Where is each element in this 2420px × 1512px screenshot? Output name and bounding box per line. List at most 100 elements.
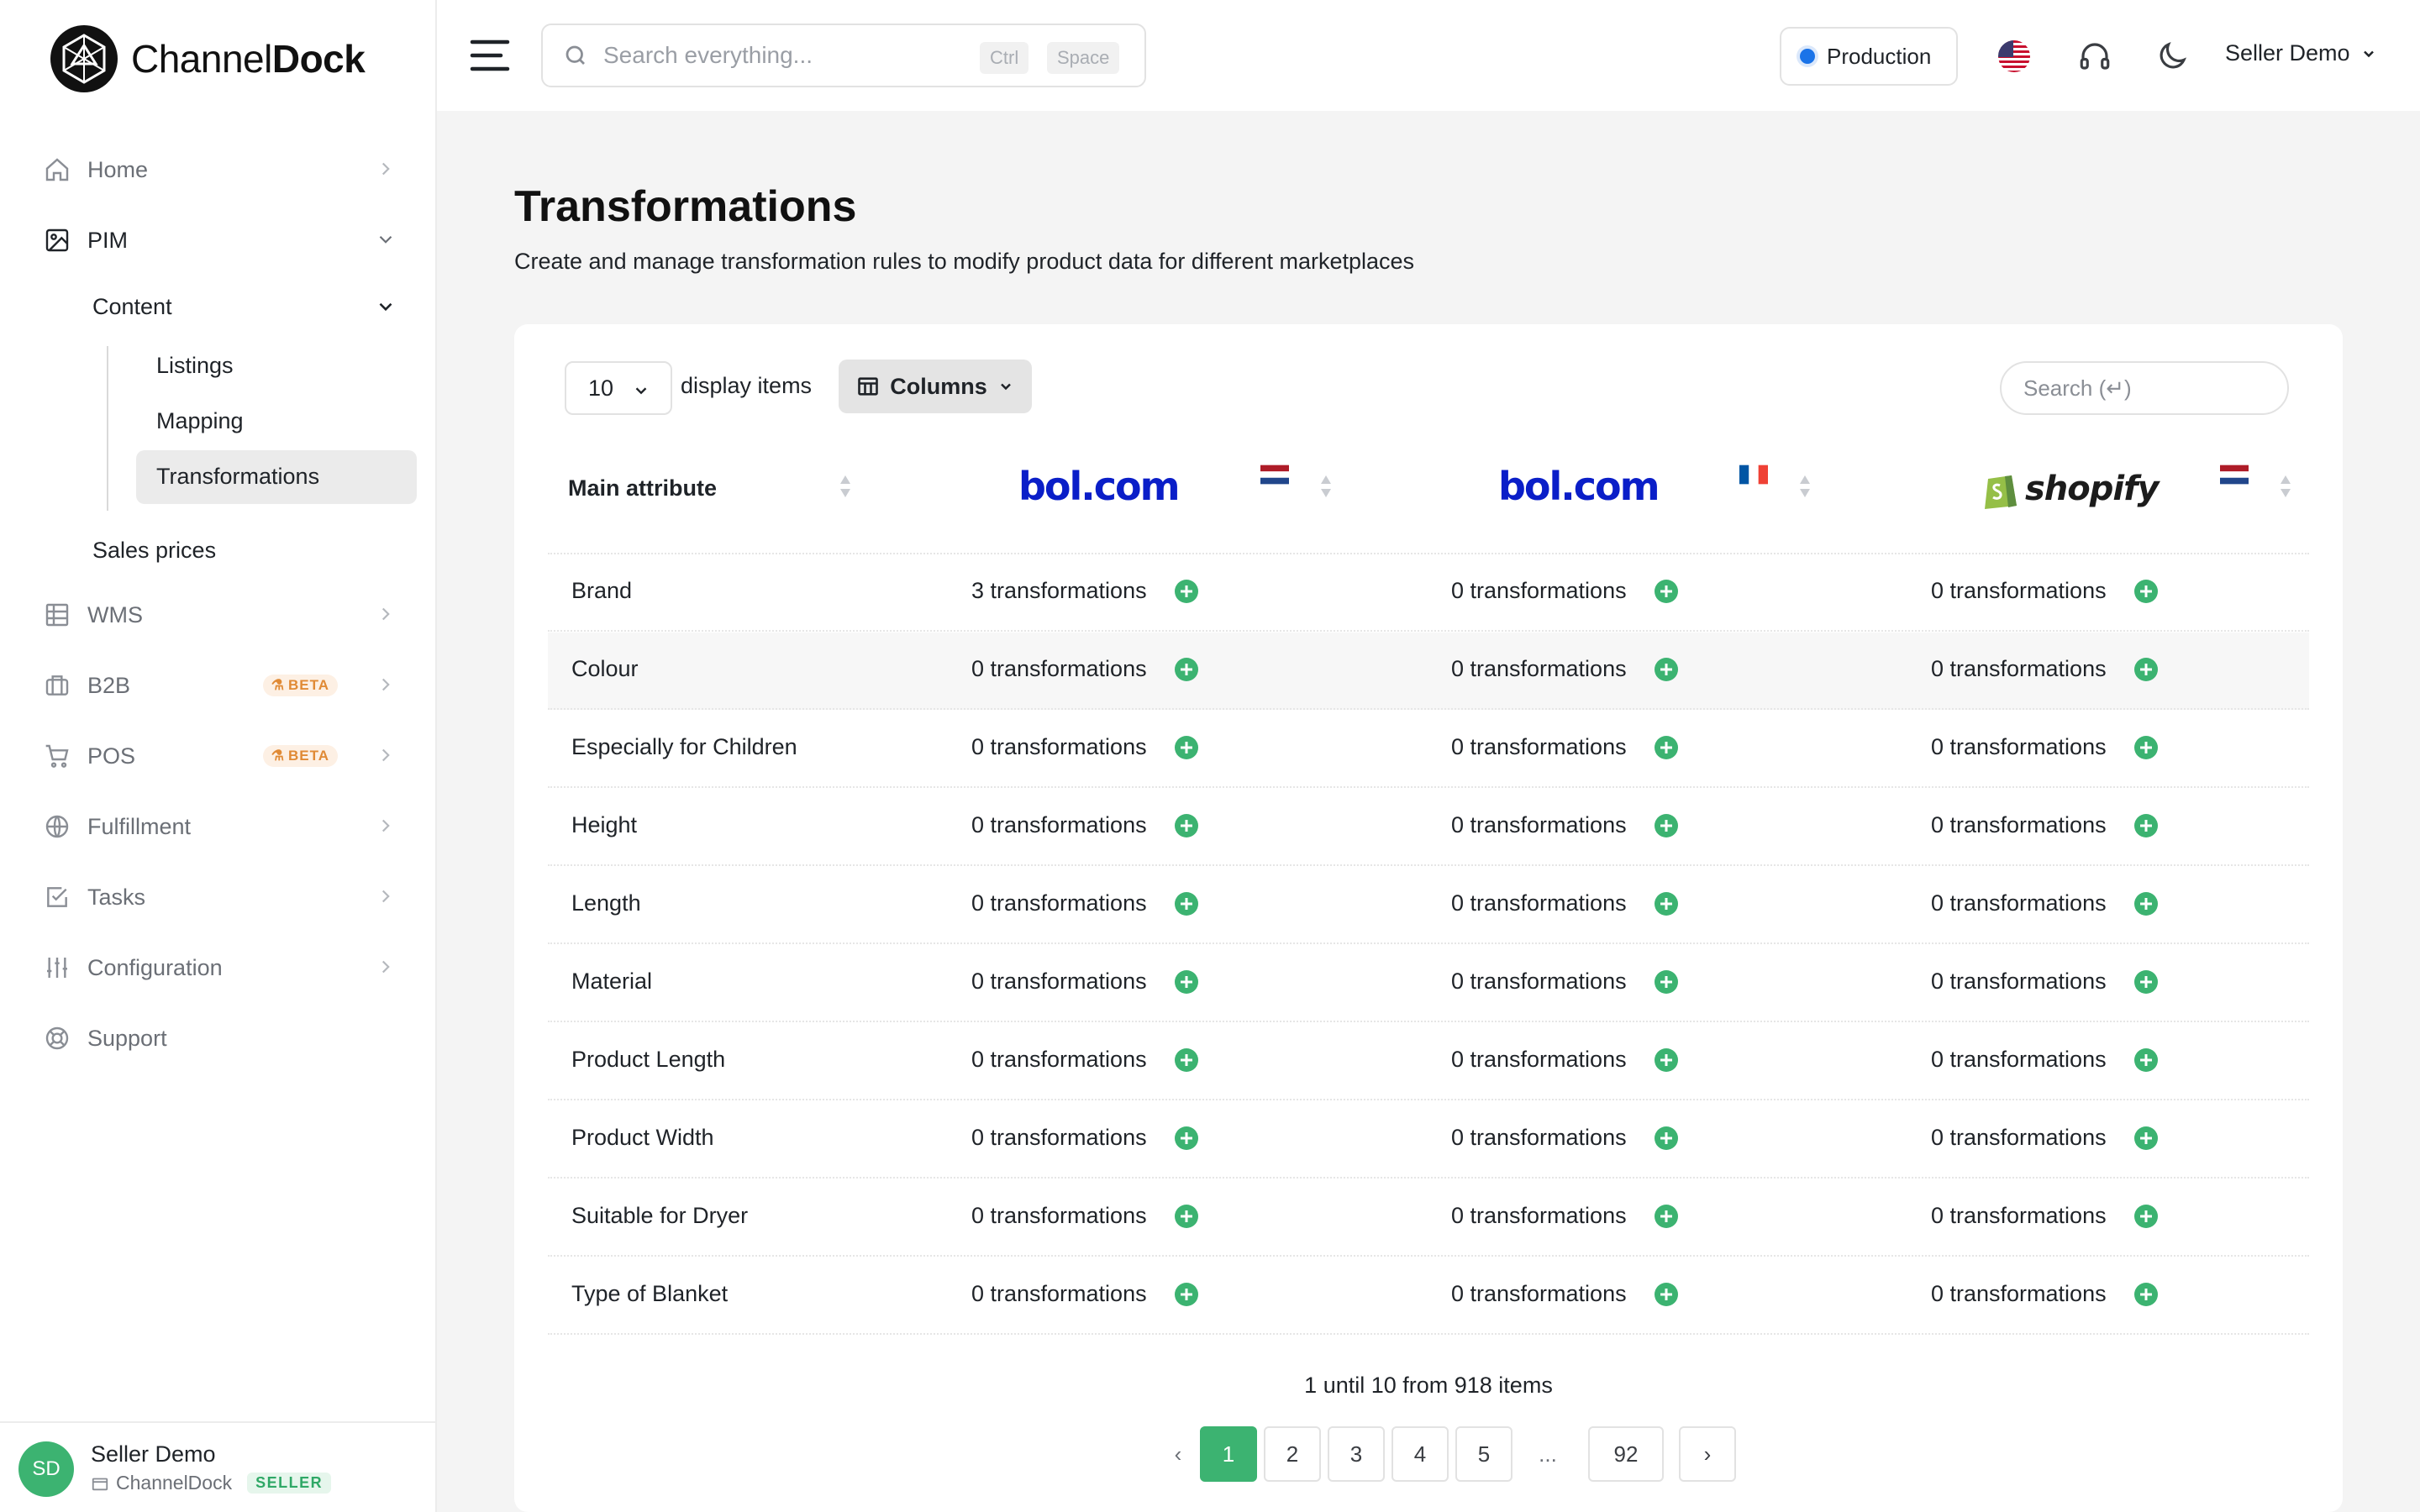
column-header-main-attribute[interactable]: Main attribute bbox=[568, 475, 717, 501]
page-button-1[interactable]: 1 bbox=[1200, 1426, 1257, 1482]
prev-page-button[interactable]: ‹ bbox=[1150, 1426, 1207, 1482]
sort-icon[interactable] bbox=[839, 474, 852, 499]
sidebar-item-pos[interactable]: POS ⚗ BETA bbox=[42, 731, 403, 781]
add-transformation-icon[interactable] bbox=[1655, 736, 1678, 759]
transformation-count[interactable]: 0 transformations bbox=[1451, 578, 1627, 604]
transformation-count[interactable]: 0 transformations bbox=[1931, 890, 2107, 916]
add-transformation-icon[interactable] bbox=[1175, 970, 1198, 994]
us-flag-icon[interactable] bbox=[1996, 39, 2032, 74]
add-transformation-icon[interactable] bbox=[1655, 1048, 1678, 1072]
transformation-count[interactable]: 0 transformations bbox=[1451, 969, 1627, 995]
add-transformation-icon[interactable] bbox=[1175, 1283, 1198, 1306]
transformation-count[interactable]: 0 transformations bbox=[1931, 1125, 2107, 1151]
logo[interactable]: ChannelDock bbox=[50, 24, 366, 94]
sidebar-item-configuration[interactable]: Configuration bbox=[42, 942, 403, 993]
transformation-count[interactable]: 0 transformations bbox=[971, 890, 1147, 916]
user-menu[interactable]: Seller Demo bbox=[2225, 40, 2377, 66]
sidebar-subitem-sales-prices[interactable]: Sales prices bbox=[92, 538, 216, 564]
transformation-count[interactable]: 0 transformations bbox=[1451, 1203, 1627, 1229]
user-card[interactable]: SD Seller Demo ChannelDock SELLER bbox=[0, 1421, 437, 1512]
page-button-5[interactable]: 5 bbox=[1455, 1426, 1512, 1482]
transformation-count[interactable]: 0 transformations bbox=[971, 656, 1147, 682]
add-transformation-icon[interactable] bbox=[1175, 580, 1198, 603]
page-button-3[interactable]: 3 bbox=[1328, 1426, 1385, 1482]
transformation-count[interactable]: 0 transformations bbox=[1931, 969, 2107, 995]
transformation-count[interactable]: 0 transformations bbox=[1451, 1125, 1627, 1151]
sort-icon[interactable] bbox=[1798, 474, 1812, 499]
sidebar-item-pim[interactable]: PIM bbox=[42, 215, 403, 265]
transformation-count[interactable]: 3 transformations bbox=[971, 578, 1147, 604]
transformation-count[interactable]: 0 transformations bbox=[1931, 656, 2107, 682]
columns-button[interactable]: Columns bbox=[839, 360, 1032, 413]
user-name: Seller Demo bbox=[91, 1441, 216, 1467]
add-transformation-icon[interactable] bbox=[1655, 1283, 1678, 1306]
add-transformation-icon[interactable] bbox=[1655, 970, 1678, 994]
sidebar-item-tasks[interactable]: Tasks bbox=[42, 872, 403, 922]
transformation-count[interactable]: 0 transformations bbox=[1931, 1047, 2107, 1073]
sort-icon[interactable] bbox=[2279, 474, 2292, 499]
transformation-count[interactable]: 0 transformations bbox=[971, 1047, 1147, 1073]
add-transformation-icon[interactable] bbox=[1655, 892, 1678, 916]
add-transformation-icon[interactable] bbox=[2134, 736, 2158, 759]
transformation-count[interactable]: 0 transformations bbox=[1931, 734, 2107, 760]
sort-icon[interactable] bbox=[1319, 474, 1333, 499]
sidebar-item-home[interactable]: Home bbox=[42, 144, 403, 195]
transformation-count[interactable]: 0 transformations bbox=[1451, 656, 1627, 682]
add-transformation-icon[interactable] bbox=[2134, 1205, 2158, 1228]
transformation-count[interactable]: 0 transformations bbox=[971, 1203, 1147, 1229]
add-transformation-icon[interactable] bbox=[1175, 1205, 1198, 1228]
add-transformation-icon[interactable] bbox=[1175, 736, 1198, 759]
headset-icon[interactable] bbox=[2077, 39, 2112, 74]
global-search-input[interactable]: Search everything... Ctrl Space bbox=[541, 24, 1146, 87]
transformation-count[interactable]: 0 transformations bbox=[1451, 890, 1627, 916]
environment-selector[interactable]: Production bbox=[1780, 27, 1958, 86]
transformation-count[interactable]: 0 transformations bbox=[1451, 1047, 1627, 1073]
add-transformation-icon[interactable] bbox=[2134, 970, 2158, 994]
table-search-input[interactable]: Search (↵) bbox=[2000, 361, 2289, 415]
add-transformation-icon[interactable] bbox=[1655, 1126, 1678, 1150]
sidebar-subitem-listings[interactable]: Listings bbox=[156, 353, 234, 379]
add-transformation-icon[interactable] bbox=[1175, 1048, 1198, 1072]
sidebar-item-fulfillment[interactable]: Fulfillment bbox=[42, 801, 403, 852]
add-transformation-icon[interactable] bbox=[1175, 814, 1198, 837]
add-transformation-icon[interactable] bbox=[1655, 658, 1678, 681]
add-transformation-icon[interactable] bbox=[2134, 814, 2158, 837]
transformation-count[interactable]: 0 transformations bbox=[971, 969, 1147, 995]
add-transformation-icon[interactable] bbox=[2134, 580, 2158, 603]
page-button-2[interactable]: 2 bbox=[1264, 1426, 1321, 1482]
add-transformation-icon[interactable] bbox=[1655, 580, 1678, 603]
transformation-count[interactable]: 0 transformations bbox=[971, 1281, 1147, 1307]
sidebar-subitem-content[interactable]: Content bbox=[92, 294, 172, 320]
transformation-count[interactable]: 0 transformations bbox=[971, 812, 1147, 838]
next-page-button[interactable]: › bbox=[1679, 1426, 1736, 1482]
transformation-count[interactable]: 0 transformations bbox=[1931, 578, 2107, 604]
moon-icon[interactable] bbox=[2154, 39, 2190, 74]
add-transformation-icon[interactable] bbox=[1655, 814, 1678, 837]
page-button-4[interactable]: 4 bbox=[1392, 1426, 1449, 1482]
add-transformation-icon[interactable] bbox=[1175, 892, 1198, 916]
add-transformation-icon[interactable] bbox=[1175, 658, 1198, 681]
add-transformation-icon[interactable] bbox=[2134, 1048, 2158, 1072]
transformation-count[interactable]: 0 transformations bbox=[971, 1125, 1147, 1151]
sidebar-subitem-mapping[interactable]: Mapping bbox=[156, 408, 244, 434]
sidebar-item-support[interactable]: Support bbox=[42, 1013, 403, 1063]
transformation-count[interactable]: 0 transformations bbox=[1451, 1281, 1627, 1307]
add-transformation-icon[interactable] bbox=[1655, 1205, 1678, 1228]
page-button-92[interactable]: 92 bbox=[1588, 1426, 1664, 1482]
transformation-count[interactable]: 0 transformations bbox=[1931, 1203, 2107, 1229]
add-transformation-icon[interactable] bbox=[2134, 658, 2158, 681]
transformation-count[interactable]: 0 transformations bbox=[1451, 812, 1627, 838]
add-transformation-icon[interactable] bbox=[2134, 1126, 2158, 1150]
hamburger-menu-icon[interactable] bbox=[469, 37, 511, 74]
transformation-count[interactable]: 0 transformations bbox=[1451, 734, 1627, 760]
transformation-count[interactable]: 0 transformations bbox=[971, 734, 1147, 760]
sidebar-subitem-transformations[interactable]: Transformations bbox=[156, 464, 319, 490]
transformation-count[interactable]: 0 transformations bbox=[1931, 1281, 2107, 1307]
sidebar-item-b2b[interactable]: B2B ⚗ BETA bbox=[42, 660, 403, 711]
add-transformation-icon[interactable] bbox=[2134, 892, 2158, 916]
page-size-select[interactable]: 10 bbox=[565, 361, 672, 415]
add-transformation-icon[interactable] bbox=[1175, 1126, 1198, 1150]
transformation-count[interactable]: 0 transformations bbox=[1931, 812, 2107, 838]
add-transformation-icon[interactable] bbox=[2134, 1283, 2158, 1306]
sidebar-item-wms[interactable]: WMS bbox=[42, 590, 403, 640]
